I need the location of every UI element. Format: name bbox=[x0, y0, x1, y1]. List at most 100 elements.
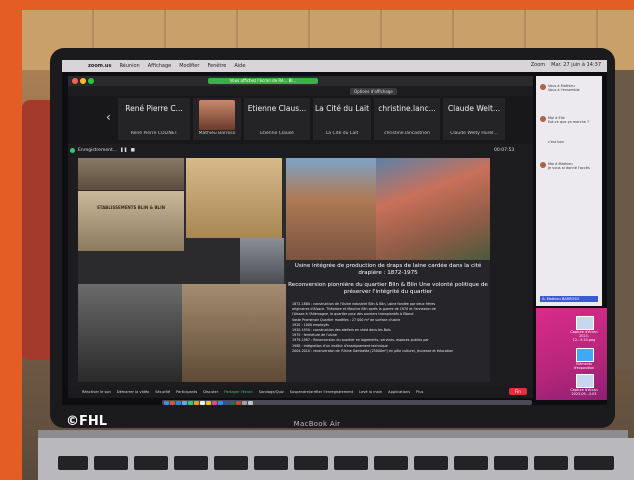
shared-slide: ETABLISSEMENTS BLIN & BLIN Usine intégré… bbox=[78, 158, 490, 382]
participant-name: christine.lancastrien bbox=[384, 131, 430, 136]
mail-icon[interactable] bbox=[182, 400, 187, 405]
desktop-icon-label: Capture d'écran 2023-12...9.53.png bbox=[570, 330, 598, 342]
participant-display: Claude Welt... bbox=[447, 104, 501, 113]
menu-item[interactable]: Réunion bbox=[119, 63, 139, 69]
maximize-icon[interactable] bbox=[88, 78, 94, 84]
start-video-button[interactable]: Démarrer la vidéo bbox=[117, 390, 149, 394]
avatar bbox=[540, 162, 546, 168]
file-icon[interactable] bbox=[576, 316, 594, 330]
recording-button[interactable]: Suspendre/arrêter l'enregistrement bbox=[290, 390, 353, 394]
participant-display: René Pierre C... bbox=[125, 104, 183, 113]
photo-aerial-quarter bbox=[376, 158, 490, 260]
word-icon[interactable] bbox=[224, 400, 229, 405]
participant-tile[interactable]: Mathieu Barroso bbox=[193, 98, 241, 140]
key bbox=[494, 456, 528, 470]
participant-name: La Cité du Lait bbox=[325, 131, 359, 136]
participant-tile[interactable]: La Cité du Lait La Cité du Lait bbox=[313, 98, 371, 140]
chat-button[interactable]: Discuter bbox=[203, 390, 218, 394]
menu-item[interactable]: Fenêtre bbox=[207, 63, 226, 69]
close-icon[interactable] bbox=[72, 78, 78, 84]
share-toolbar[interactable]: Enregistrement... ❚❚ ■ bbox=[70, 146, 170, 154]
sharing-banner[interactable]: Vous affichez l'écran de Ré... Bl... bbox=[208, 78, 318, 84]
settings-icon[interactable] bbox=[242, 400, 247, 405]
participant-video bbox=[199, 100, 235, 130]
powerpoint-icon[interactable] bbox=[236, 400, 241, 405]
menu-app[interactable]: zoom.us bbox=[88, 63, 111, 69]
watermark: ©FHL bbox=[66, 414, 108, 429]
slide-subtitle: Reconversion pionnière du quartier Blin … bbox=[288, 282, 488, 295]
key bbox=[94, 456, 128, 470]
avatar bbox=[540, 84, 546, 90]
messages-icon[interactable] bbox=[188, 400, 193, 405]
zoom-window: Vous affichez l'écran de Ré... Bl... Opt… bbox=[68, 76, 533, 398]
participant-display: Etienne Claus... bbox=[247, 104, 307, 113]
key bbox=[58, 456, 88, 470]
menu-item[interactable]: Affichage bbox=[148, 63, 172, 69]
minimize-icon[interactable] bbox=[80, 78, 86, 84]
chat-recipient-select[interactable]: À: Mathieu BARROSO bbox=[540, 296, 598, 302]
zoom-titlebar: Vous affichez l'écran de Ré... Bl... bbox=[68, 76, 533, 86]
chat-message: Vous à Mathieu Vous à l'ensemble bbox=[540, 84, 598, 92]
menubar-clock: Mar. 27 juin à 14:37 bbox=[551, 62, 601, 68]
key bbox=[214, 456, 248, 470]
recording-dot-icon bbox=[70, 147, 75, 153]
finder-icon[interactable] bbox=[164, 400, 169, 405]
key bbox=[134, 456, 168, 470]
folder-icon[interactable] bbox=[576, 348, 594, 362]
calendar-icon[interactable] bbox=[200, 400, 205, 405]
recording-timer: 00:07:53 bbox=[494, 148, 515, 153]
end-meeting-button[interactable]: Fin bbox=[509, 388, 527, 395]
chat-text: Est-ce que ça marche ? bbox=[548, 120, 589, 124]
share-screen-button[interactable]: Partager l'écran bbox=[224, 390, 253, 394]
music-icon[interactable] bbox=[212, 400, 217, 405]
zoom-icon[interactable] bbox=[218, 400, 223, 405]
participants-button[interactable]: Participants bbox=[176, 390, 197, 394]
trash-icon[interactable] bbox=[248, 400, 253, 405]
menubar-zoom[interactable]: Zoom bbox=[531, 62, 545, 68]
launchpad-icon[interactable] bbox=[170, 400, 175, 405]
key bbox=[534, 456, 568, 470]
laptop-screen: zoom.us Réunion Affichage Modifier Fenêt… bbox=[62, 60, 607, 405]
unmute-button[interactable]: Réactiver le son bbox=[82, 390, 111, 394]
laptop-hinge bbox=[38, 430, 628, 438]
polls-button[interactable]: Sondage/Quiz bbox=[259, 390, 284, 394]
participant-tile[interactable]: christine.lanc... christine.lancastrien bbox=[374, 98, 440, 140]
pause-icon[interactable]: ❚❚ bbox=[120, 148, 128, 153]
archive-photo-factory-sign: ETABLISSEMENTS BLIN & BLIN bbox=[78, 191, 184, 251]
slide-body: 1872-1880 : construction de l'Usine indu… bbox=[292, 302, 486, 354]
safari-icon[interactable] bbox=[176, 400, 181, 405]
key bbox=[574, 456, 614, 470]
participant-tile[interactable]: Etienne Claus... Etienne Clause bbox=[244, 98, 310, 140]
key bbox=[174, 456, 208, 470]
file-icon[interactable] bbox=[576, 374, 594, 388]
key bbox=[414, 456, 448, 470]
participant-name: Mathieu Barroso bbox=[198, 131, 236, 136]
key bbox=[294, 456, 328, 470]
key bbox=[374, 456, 408, 470]
participant-tile[interactable]: René Pierre C... René Pierre COLINET bbox=[118, 98, 190, 140]
chat-text: c'est bon bbox=[548, 140, 564, 144]
zoom-toolbar: Réactiver le son Démarrer la vidéo Sécur… bbox=[68, 386, 533, 398]
mac-dock bbox=[162, 400, 532, 405]
stop-icon[interactable]: ■ bbox=[131, 148, 135, 153]
mac-menubar: zoom.us Réunion Affichage Modifier Fenêt… bbox=[62, 60, 607, 72]
chevron-left-icon[interactable]: ‹ bbox=[106, 110, 111, 124]
excel-icon[interactable] bbox=[230, 400, 235, 405]
participant-tile[interactable]: Claude Welt... Claude Welty Hurel... bbox=[443, 98, 505, 140]
view-options-button[interactable]: Options d'affichage bbox=[350, 88, 397, 95]
apps-button[interactable]: Applications bbox=[388, 390, 410, 394]
chat-text: Vous à l'ensemble bbox=[548, 88, 580, 92]
more-button[interactable]: Plus bbox=[416, 390, 423, 394]
security-button[interactable]: Sécurité bbox=[155, 390, 170, 394]
menu-item[interactable]: Aide bbox=[234, 63, 245, 69]
archive-photo-building bbox=[240, 238, 284, 284]
raise-hand-button[interactable]: Levé la main bbox=[359, 390, 382, 394]
participant-display: La Cité du Lait bbox=[314, 104, 370, 113]
desktop-wallpaper: Capture d'écran 2023-12...9.53.png Éléme… bbox=[536, 308, 607, 400]
menu-item[interactable]: Modifier bbox=[179, 63, 199, 69]
photos-icon[interactable] bbox=[194, 400, 199, 405]
notes-icon[interactable] bbox=[206, 400, 211, 405]
keyboard bbox=[38, 438, 634, 480]
desktop-icon-label: Éléments d'exposition bbox=[573, 362, 595, 370]
archive-photo-aerial bbox=[78, 158, 184, 190]
